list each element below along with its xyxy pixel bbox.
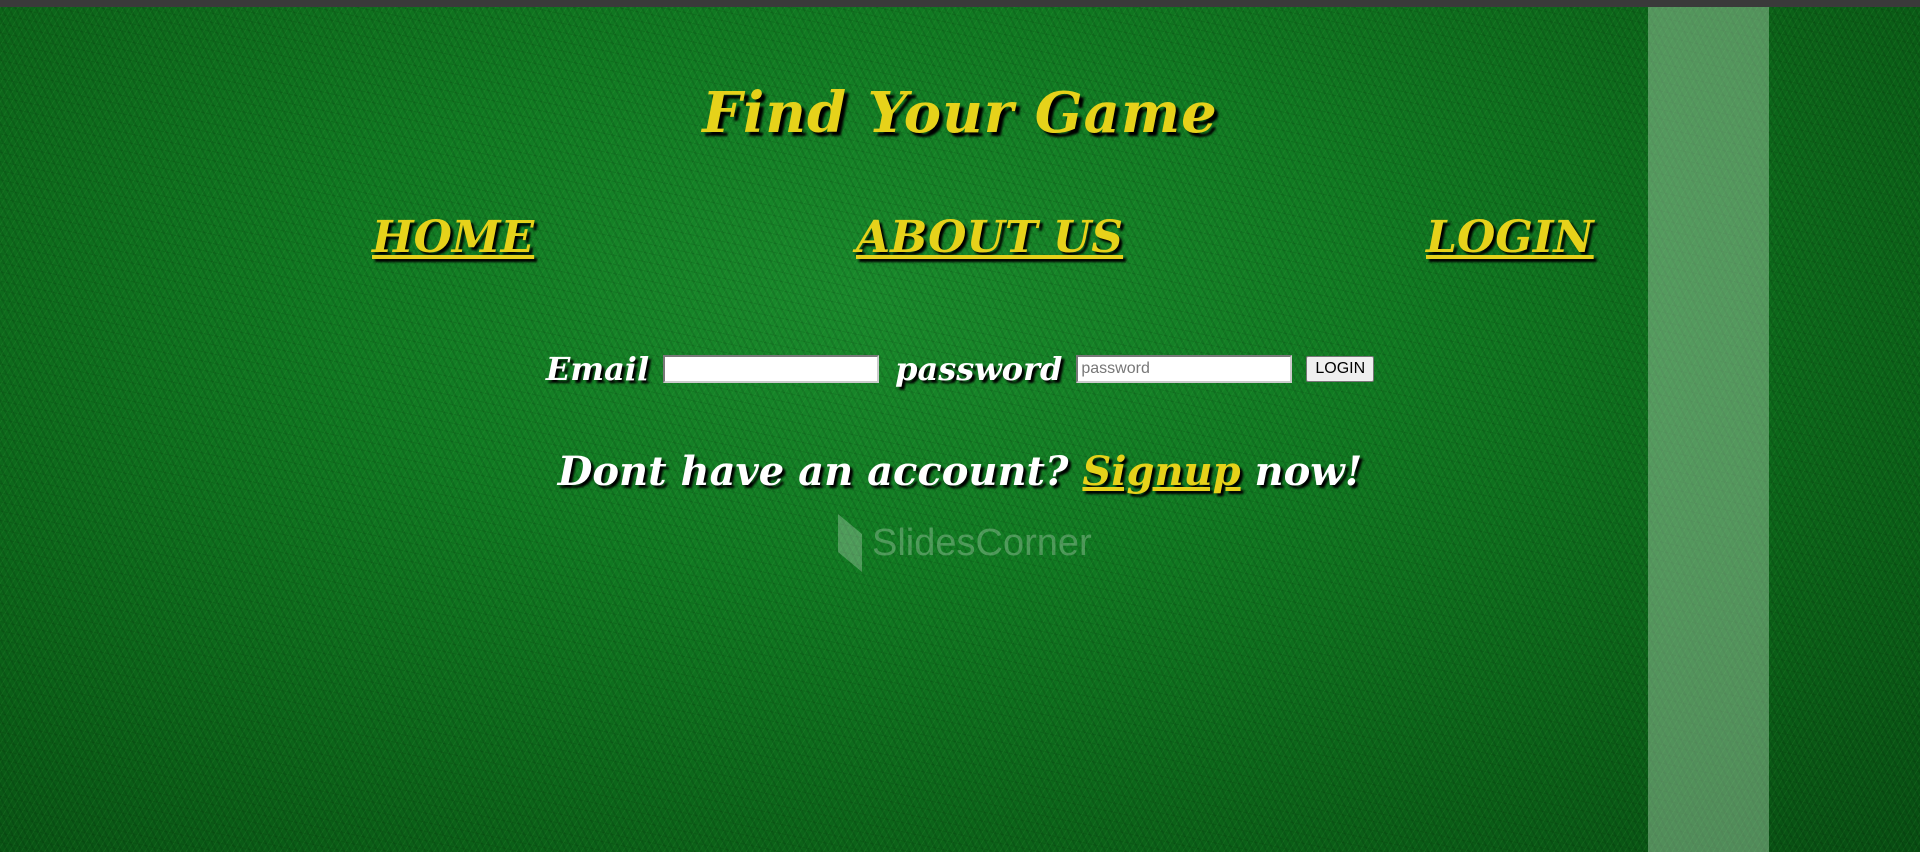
signup-suffix-text: now! [1254, 448, 1363, 495]
password-label: password [895, 350, 1063, 388]
watermark: SlidesCorner [838, 514, 1092, 572]
email-label: Email [545, 350, 650, 388]
signup-prefix-text: Dont have an account? [557, 448, 1069, 495]
nav-about-us-link[interactable]: ABOUT US [856, 212, 1123, 263]
watermark-text: SlidesCorner [872, 521, 1092, 564]
site-title: Find Your Game [702, 80, 1218, 146]
login-submit-button[interactable]: LOGIN [1306, 356, 1375, 382]
watermark-logo-icon [838, 514, 862, 572]
signup-prompt: Dont have an account? Signup now! [0, 448, 1920, 495]
login-form: Email password LOGIN [0, 350, 1920, 388]
nav-home-link[interactable]: HOME [372, 212, 534, 263]
nav-login-link[interactable]: LOGIN [1426, 212, 1594, 263]
password-input[interactable] [1076, 355, 1293, 383]
signup-link[interactable]: Signup [1082, 448, 1240, 495]
email-input[interactable] [663, 355, 880, 383]
window-top-strip [0, 0, 1920, 7]
